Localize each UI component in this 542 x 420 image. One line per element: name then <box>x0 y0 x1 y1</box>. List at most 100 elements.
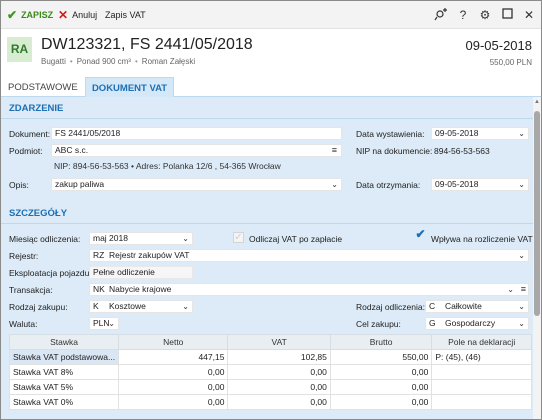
company-name: Bugatti <box>41 57 66 66</box>
receive-date-field[interactable]: 09-05-2018 ⌄ <box>431 178 529 191</box>
rate-cell[interactable]: Stawka VAT 0% <box>8 394 120 410</box>
declaration-field-cell[interactable] <box>431 364 532 380</box>
toolbar: ✔ ZAPISZ ✕ Anuluj Zapis VAT ? ⚙ ✕ <box>1 1 541 29</box>
chevron-down-icon[interactable]: ⌄ <box>182 301 189 312</box>
vat-cell[interactable]: 0,00 <box>227 364 331 380</box>
chevron-down-icon[interactable]: ⌄ <box>518 250 525 261</box>
help-icon[interactable]: ? <box>455 7 471 23</box>
add-attachment-icon[interactable] <box>433 7 449 23</box>
chevron-down-icon[interactable]: ⌄ <box>518 301 525 312</box>
description-field[interactable]: zakup paliwa ⌄ <box>51 178 342 191</box>
register-code: RZ <box>93 250 105 260</box>
vertical-scrollbar[interactable]: ▲ <box>533 97 541 419</box>
transaction-code: NK <box>93 284 105 294</box>
column-header[interactable]: Stawka <box>8 334 120 350</box>
tab-vat-document[interactable]: DOKUMENT VAT <box>85 77 174 97</box>
rate-cell[interactable]: Stawka VAT 8% <box>8 364 120 380</box>
net-cell[interactable]: 0,00 <box>118 394 229 410</box>
nip-value: 894-56-53-563 <box>434 146 490 156</box>
tab-basic[interactable]: PODSTAWOWE <box>1 77 85 97</box>
nip-label: NIP na dokumencie: <box>356 146 433 156</box>
rate-cell[interactable]: Stawka VAT 5% <box>8 379 120 395</box>
vat-cell[interactable]: 102,85 <box>227 349 331 365</box>
chevron-down-icon[interactable]: ⌄ <box>108 318 115 329</box>
table-row[interactable]: Stawka VAT podstawowa... 447,15 102,85 5… <box>8 349 532 365</box>
net-cell[interactable]: 447,15 <box>118 349 229 365</box>
table-row[interactable]: Stawka VAT 5% 0,00 0,00 0,00 <box>8 379 532 395</box>
scroll-up-icon[interactable]: ▲ <box>533 99 541 105</box>
gross-cell[interactable]: 0,00 <box>329 379 433 395</box>
document-date: 09-05-2018 <box>465 38 533 53</box>
gear-icon[interactable]: ⚙ <box>477 7 493 23</box>
avatar: RA <box>7 37 32 62</box>
maximize-icon[interactable] <box>499 7 515 23</box>
deduction-type-value: Całkowite <box>445 301 482 311</box>
vat-rates-table: Stawka Netto VAT Brutto Pole na deklarac… <box>8 334 532 410</box>
receive-date-label: Data otrzymania: <box>356 180 421 190</box>
issue-date-value: 09-05-2018 <box>435 128 479 138</box>
purchase-type-field[interactable]: K Kosztowe ⌄ <box>89 300 193 313</box>
menu-icon[interactable]: ≡ <box>521 284 526 295</box>
register-field[interactable]: RZ Rejestr zakupów VAT ⌄ <box>89 249 529 262</box>
gross-cell[interactable]: 0,00 <box>329 394 433 410</box>
document-title: DW123321, FS 2441/05/2018 <box>41 36 253 53</box>
month-field[interactable]: maj 2018 ⌄ <box>89 232 193 245</box>
column-header[interactable]: Brutto <box>329 334 433 350</box>
issue-date-field[interactable]: 09-05-2018 ⌄ <box>431 127 529 140</box>
chevron-down-icon[interactable]: ⌄ <box>518 179 525 190</box>
document-subtitle: Bugatti • Ponad 900 cm³ • Roman Załęski <box>41 57 196 66</box>
net-cell[interactable]: 0,00 <box>118 364 229 380</box>
rate-cell[interactable]: Stawka VAT podstawowa... <box>8 349 120 365</box>
vat-cell[interactable]: 0,00 <box>227 379 331 395</box>
purchase-type-label: Rodzaj zakupu: <box>9 302 68 312</box>
chevron-down-icon[interactable]: ⌄ <box>507 284 514 295</box>
table-header-row: Stawka Netto VAT Brutto Pole na deklarac… <box>8 334 532 350</box>
table-row[interactable]: Stawka VAT 8% 0,00 0,00 0,00 <box>8 364 532 380</box>
document-label: Dokument: <box>9 129 51 139</box>
currency-label: Waluta: <box>9 319 38 329</box>
transaction-label: Transakcja: <box>9 285 53 295</box>
gross-cell[interactable]: 550,00 <box>329 349 433 365</box>
subject-label: Podmiot: <box>9 146 43 156</box>
gross-cell[interactable]: 0,00 <box>329 364 433 380</box>
subject-field[interactable]: ABC s.c. ≡ <box>51 144 342 157</box>
close-icon[interactable]: ✕ <box>521 7 537 23</box>
x-icon: ✕ <box>58 8 69 22</box>
declaration-field-cell[interactable] <box>431 379 532 395</box>
chevron-down-icon[interactable]: ⌄ <box>518 318 525 329</box>
scrollbar-thumb[interactable] <box>534 111 540 316</box>
affects-settlement-checkbox[interactable]: ✔ <box>415 228 426 241</box>
column-header[interactable]: Netto <box>118 334 229 350</box>
deduct-after-payment-label: Odliczaj VAT po zapłacie <box>249 234 343 244</box>
deduction-type-field[interactable]: C Całkowite ⌄ <box>425 300 529 313</box>
vat-cell[interactable]: 0,00 <box>227 394 331 410</box>
column-header[interactable]: VAT <box>227 334 331 350</box>
save-label: ZAPISZ <box>21 10 54 20</box>
receive-date-value: 09-05-2018 <box>435 179 479 189</box>
deduct-after-payment-checkbox[interactable]: ✓ <box>233 232 244 243</box>
declaration-field-cell[interactable] <box>431 394 532 410</box>
chevron-down-icon[interactable]: ⌄ <box>331 179 338 190</box>
vat-record-button[interactable]: Zapis VAT <box>105 1 146 29</box>
vehicle-class: Ponad 900 cm³ <box>76 57 131 66</box>
menu-icon[interactable]: ≡ <box>332 145 337 156</box>
declaration-field-cell[interactable]: P: (45), (46) <box>431 349 532 365</box>
column-header[interactable]: Pole na deklaracji <box>431 334 532 350</box>
issue-date-label: Data wystawienia: <box>356 129 425 139</box>
purchase-type-value: Kosztowe <box>109 301 146 311</box>
vat-record-label: Zapis VAT <box>105 10 146 20</box>
document-field[interactable]: FS 2441/05/2018 <box>51 127 342 140</box>
vat-record-window: ✔ ZAPISZ ✕ Anuluj Zapis VAT ? ⚙ ✕ RA DW123… <box>0 0 542 420</box>
section-divider <box>1 118 533 119</box>
chevron-down-icon[interactable]: ⌄ <box>518 128 525 139</box>
currency-field[interactable]: PLN ⌄ <box>89 317 119 330</box>
deduction-type-label: Rodzaj odliczenia: <box>356 302 425 312</box>
purpose-field[interactable]: G Gospodarczy ⌄ <box>425 317 529 330</box>
net-cell[interactable]: 0,00 <box>118 379 229 395</box>
table-row[interactable]: Stawka VAT 0% 0,00 0,00 0,00 <box>8 394 532 410</box>
cancel-button[interactable]: ✕ Anuluj <box>58 1 97 29</box>
chevron-down-icon[interactable]: ⌄ <box>182 233 189 244</box>
cancel-label: Anuluj <box>72 10 98 20</box>
save-button[interactable]: ✔ ZAPISZ <box>7 1 53 29</box>
transaction-field[interactable]: NK Nabycie krajowe ⌄ ≡ <box>89 283 529 296</box>
